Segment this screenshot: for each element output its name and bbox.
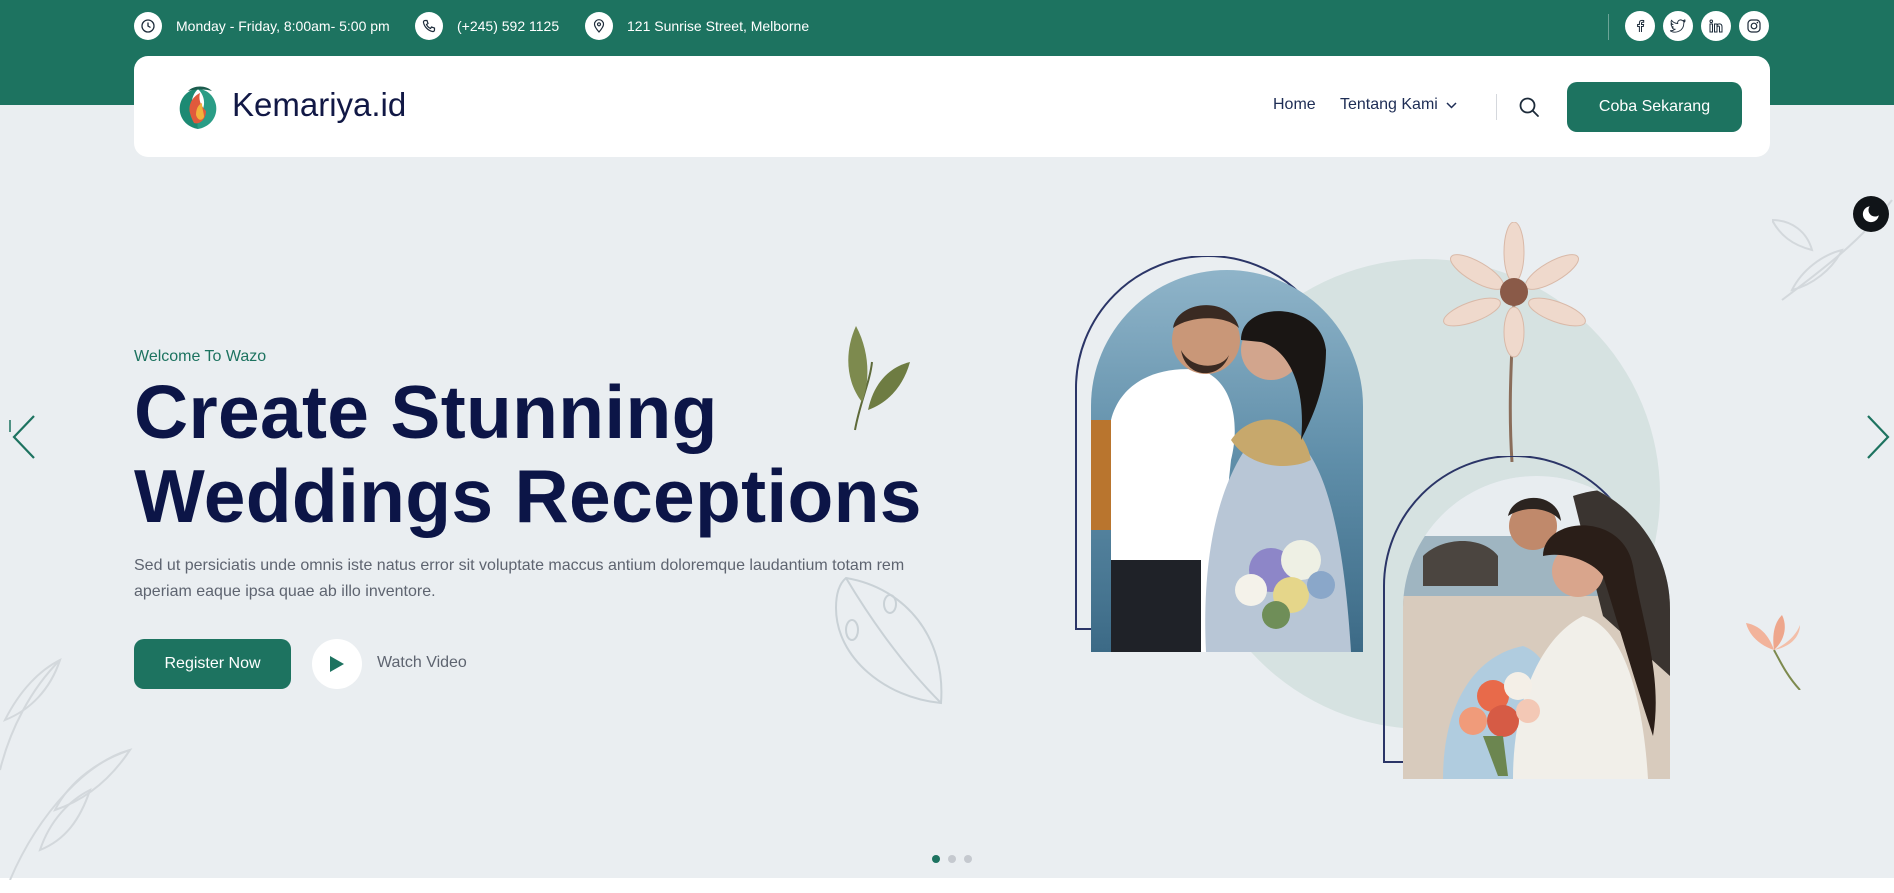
nav-link-tentang-kami[interactable]: Tentang Kami	[1340, 96, 1457, 114]
chevron-down-icon	[1446, 101, 1457, 109]
hero-title-line-1: Create Stunning	[134, 370, 718, 454]
main-navbar: Kemariya.id Home Tentang Kami Coba Sekar…	[134, 56, 1770, 157]
address-text: 121 Sunrise Street, Melborne	[627, 18, 810, 34]
pagination-dot[interactable]	[948, 855, 956, 863]
beach-couple-photo	[1403, 476, 1670, 779]
moon-icon	[1862, 206, 1879, 223]
play-video-button[interactable]	[312, 639, 362, 689]
slider-pagination	[932, 855, 972, 863]
dried-flower-decoration	[1443, 222, 1586, 462]
previous-slide-arrow-icon[interactable]	[8, 412, 38, 462]
location-pin-icon	[585, 12, 613, 40]
twitter-icon[interactable]	[1663, 11, 1693, 41]
search-icon[interactable]	[1518, 96, 1540, 118]
address-info: 121 Sunrise Street, Melborne	[585, 12, 809, 40]
kemariya-logo-icon[interactable]	[176, 83, 220, 131]
hours-info: Monday - Friday, 8:00am- 5:00 pm	[134, 12, 390, 40]
hero-description: Sed ut persiciatis unde omnis iste natus…	[134, 557, 905, 600]
clock-icon	[134, 12, 162, 40]
coba-sekarang-button[interactable]: Coba Sekarang	[1567, 82, 1742, 132]
nav-link-tentang-kami-label: Tentang Kami	[1340, 96, 1438, 113]
hero-title-line-2: Weddings Receptions	[134, 454, 922, 538]
linkedin-icon[interactable]	[1701, 11, 1731, 41]
brand-name[interactable]: Kemariya.id	[232, 86, 406, 124]
facebook-icon[interactable]	[1625, 11, 1655, 41]
pagination-dot[interactable]	[932, 855, 940, 863]
instagram-icon[interactable]	[1739, 11, 1769, 41]
watch-video-link[interactable]: Watch Video	[377, 654, 467, 672]
phone-info[interactable]: (+245) 592 1125	[415, 12, 559, 40]
hero-eyebrow: Welcome To Wazo	[134, 348, 267, 365]
phone-icon	[415, 12, 443, 40]
pink-flower-decoration	[1746, 615, 1801, 690]
register-now-button[interactable]: Register Now	[134, 639, 291, 689]
nav-link-home[interactable]: Home	[1273, 96, 1316, 114]
fern-leaves-decoration	[0, 658, 133, 880]
nav-divider	[1496, 94, 1497, 120]
next-slide-arrow-icon[interactable]	[1864, 412, 1894, 462]
hours-text: Monday - Friday, 8:00am- 5:00 pm	[176, 18, 390, 34]
dark-mode-toggle[interactable]	[1853, 196, 1889, 232]
phone-text: (+245) 592 1125	[457, 18, 560, 34]
couple-photo	[1091, 270, 1363, 652]
play-icon	[330, 656, 344, 672]
hero-title: Create Stunning Weddings Receptions	[134, 370, 922, 538]
topbar-divider	[1608, 14, 1609, 40]
pagination-dot[interactable]	[964, 855, 972, 863]
